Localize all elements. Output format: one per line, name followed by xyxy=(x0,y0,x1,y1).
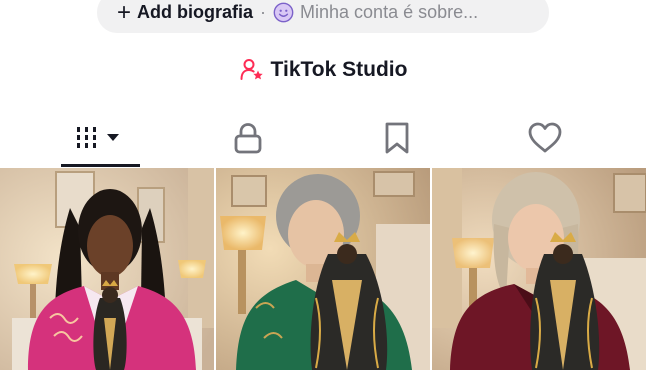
bio-prompt-text: Minha conta é sobre... xyxy=(300,2,479,22)
tab-liked[interactable] xyxy=(505,112,585,164)
video-thumbnail-image xyxy=(216,168,430,370)
person-star-icon xyxy=(240,59,263,80)
video-thumbnail-image xyxy=(432,168,646,370)
video-thumbnail[interactable] xyxy=(432,168,646,370)
profile-tab-bar xyxy=(0,112,646,168)
smile-icon xyxy=(273,2,294,23)
video-thumbnail[interactable] xyxy=(216,168,430,370)
plus-icon: + xyxy=(117,0,132,26)
grid-dropdown-icon xyxy=(77,127,119,148)
tab-favorites[interactable] xyxy=(357,112,437,164)
tab-private[interactable] xyxy=(208,112,288,164)
active-tab-indicator xyxy=(61,164,140,167)
separator-dot: · xyxy=(260,2,267,22)
tab-videos[interactable] xyxy=(60,112,140,164)
video-grid xyxy=(0,168,646,370)
add-bio-label: Add biografia xyxy=(137,2,254,22)
heart-icon xyxy=(528,122,562,153)
add-bio-pill[interactable]: + Add biografia · Minha conta é sobre... xyxy=(97,0,549,33)
video-thumbnail-image xyxy=(0,168,214,370)
studio-label: TikTok Studio xyxy=(270,58,408,81)
video-thumbnail[interactable] xyxy=(0,168,214,370)
bookmark-icon xyxy=(385,122,409,154)
lock-icon xyxy=(234,123,262,154)
tiktok-studio-button[interactable]: TikTok Studio xyxy=(0,54,646,86)
